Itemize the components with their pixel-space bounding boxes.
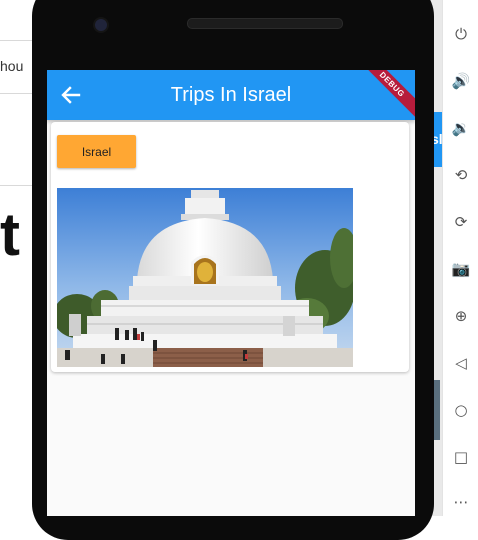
zoom-icon[interactable]: ⊕ — [449, 304, 473, 328]
stupa-photo — [57, 188, 353, 367]
background-snippet-text: hou — [0, 58, 24, 74]
home-icon[interactable]: ○ — [449, 398, 473, 422]
back-arrow-icon[interactable] — [57, 81, 85, 109]
app-bar: Trips In Israel DEBUG — [47, 70, 415, 121]
camera-icon[interactable]: 📷 — [449, 257, 473, 281]
earpiece-speaker — [187, 18, 343, 29]
volume-up-icon[interactable]: 🔊 — [449, 69, 473, 93]
app-screen: Trips In Israel DEBUG Israel — [47, 70, 415, 516]
volume-down-icon[interactable]: 🔉 — [449, 116, 473, 140]
emulator-side-toolbar: ⏻ 🔊 🔉 ⟲ ⟳ 📷 ⊕ ◁ ○ □ ⋯ — [442, 0, 478, 516]
front-camera-icon — [93, 17, 109, 33]
rotate-right-icon[interactable]: ⟳ — [449, 210, 473, 234]
background-heading-letter: t — [0, 201, 20, 268]
rotate-left-icon[interactable]: ⟲ — [449, 163, 473, 187]
page-title: Trips In Israel — [170, 84, 292, 106]
country-chip-button[interactable]: Israel — [57, 135, 136, 168]
overview-icon[interactable]: □ — [449, 445, 473, 469]
more-icon[interactable]: ⋯ — [449, 490, 473, 514]
back-icon[interactable]: ◁ — [449, 351, 473, 375]
power-icon[interactable]: ⏻ — [449, 22, 473, 46]
trip-card[interactable]: Israel — [51, 122, 409, 372]
